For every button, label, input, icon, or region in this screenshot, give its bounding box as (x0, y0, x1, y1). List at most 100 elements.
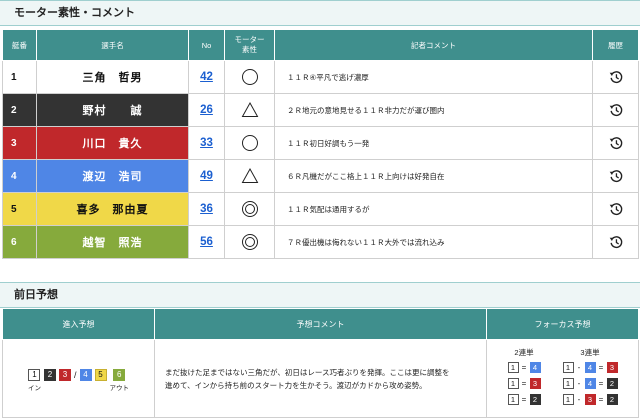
focus-boat-number: 2 (606, 394, 618, 405)
motor-no-cell: 36 (188, 192, 225, 226)
table-row: 1 三角 哲男 42 １１Ｒ④平凡で逃げ濃厚 (2, 60, 639, 94)
focus-boat-number: 1 (562, 378, 574, 389)
entry-boat-number: 1 (28, 369, 41, 381)
focus-boat-number: 3 (529, 378, 541, 389)
entry-boat-number: 4 (79, 369, 92, 381)
entry-boat-number: 3 (58, 369, 71, 381)
focus-two-column: 2連単 1 = 4 1 = 3 1 = 2 (507, 347, 541, 410)
entry-boat: 4 (79, 369, 92, 390)
history-icon[interactable] (592, 225, 639, 259)
focus-row: 1-4 = 2 (562, 378, 618, 389)
focus-separator: = (598, 379, 604, 388)
focus-three-label: 3連単 (580, 348, 600, 357)
motor-mark-triangle-icon (224, 159, 275, 193)
entry-boat-sub: イン (27, 385, 41, 392)
player-name: 渡辺 浩司 (36, 159, 189, 193)
motor-mark-triangle-icon (224, 93, 275, 127)
table-row: 3 川口 貴久 33 １１Ｒ初日好調もう一発 (2, 126, 639, 160)
boat-number: 2 (2, 93, 37, 127)
focus-two-label: 2連単 (514, 348, 534, 357)
motor-no-link[interactable]: 33 (200, 137, 213, 149)
motor-no-link[interactable]: 42 (200, 71, 213, 83)
entry-boxes: 1 イン 2 3/4 5 6 アウト (3, 367, 154, 392)
player-name: 喜多 那由夏 (36, 192, 189, 226)
header-focus: フォーカス予想 (486, 308, 639, 340)
focus-separator: - (577, 363, 581, 372)
header-history: 履歴 (592, 29, 639, 61)
player-name: 越智 照浩 (36, 225, 189, 259)
focus-row: 1-4 = 3 (562, 362, 618, 373)
prediction-table-header: 進入予想 予想コメント フォーカス予想 (2, 308, 639, 340)
focus-separator: = (521, 363, 527, 372)
motor-mark-double-circle-icon (224, 192, 275, 226)
motor-no-link[interactable]: 56 (200, 236, 213, 248)
entry-boat: 3 (58, 369, 71, 390)
motor-mark-double-circle-icon (224, 225, 275, 259)
prediction-table: 進入予想 予想コメント フォーカス予想 1 イン 2 3/4 5 6 アウト まだ抜けた足ま… (2, 308, 639, 418)
header-order: 艇番 (2, 29, 37, 61)
focus-separator: = (598, 395, 604, 404)
focus-boat-number: 3 (606, 362, 618, 373)
motor-mark-circle-icon (224, 126, 275, 160)
header-no: No (188, 29, 225, 61)
prediction-comment: まだ抜けた足まではない三角だが、初日はレース巧者ぶりを発揮。ここは更に調整を 進… (154, 339, 487, 418)
history-icon[interactable] (592, 60, 639, 94)
reporter-comment: ７Ｒ優出機は侮れない１１Ｒ大外では流れ込み (274, 225, 593, 259)
focus-boat-number: 1 (507, 378, 519, 389)
focus-separator: = (521, 395, 527, 404)
focus-separator: - (577, 379, 581, 388)
reporter-comment: １１Ｒ④平凡で逃げ濃厚 (274, 60, 593, 94)
history-icon[interactable] (592, 126, 639, 160)
motor-no-link[interactable]: 26 (200, 104, 213, 116)
focus-row: 1-3 = 2 (562, 394, 618, 405)
focus-separator: = (521, 379, 527, 388)
boat-number: 1 (2, 60, 37, 94)
motor-no-link[interactable]: 36 (200, 203, 213, 215)
entry-cell: 1 イン 2 3/4 5 6 アウト (2, 339, 155, 418)
motor-table-header: 艇番 選手名 No モーター 素性 記者コメント 履歴 (2, 29, 639, 61)
table-row: 2 野村 誠 26 ２Ｒ地元の意地見せる１１Ｒ非力だが運び圏内 (2, 93, 639, 127)
entry-boat-number: 6 (113, 369, 126, 381)
entry-separator: / (73, 370, 77, 380)
prediction-row: 1 イン 2 3/4 5 6 アウト まだ抜けた足まではない三角だが、初日はレース巧者ぶりを… (2, 339, 639, 418)
focus-boat-number: 4 (584, 362, 596, 373)
focus-separator: - (577, 395, 581, 404)
focus-row: 1 = 3 (507, 378, 541, 389)
reporter-comment: ６Ｒ凡機だがここ格上１１Ｒ上向けは好発自在 (274, 159, 593, 193)
boat-number: 4 (2, 159, 37, 193)
motor-no-cell: 26 (188, 93, 225, 127)
reporter-comment: １１Ｒ気配は通用するが (274, 192, 593, 226)
table-row: 5 喜多 那由夏 36 １１Ｒ気配は通用するが (2, 192, 639, 226)
entry-boat: 1 イン (27, 369, 41, 392)
boat-number: 5 (2, 192, 37, 226)
focus-boat-number: 1 (562, 362, 574, 373)
motor-no-link[interactable]: 49 (200, 170, 213, 182)
motor-mark-circle-icon (224, 60, 275, 94)
focus-boat-number: 2 (529, 394, 541, 405)
motor-no-cell: 42 (188, 60, 225, 94)
entry-boat-number: 2 (43, 369, 56, 381)
motor-table: 艇番 選手名 No モーター 素性 記者コメント 履歴 1 三角 哲男 42 １１Ｒ④… (2, 29, 639, 259)
boat-number: 3 (2, 126, 37, 160)
table-row: 4 渡辺 浩司 49 ６Ｒ凡機だがここ格上１１Ｒ上向けは好発自在 (2, 159, 639, 193)
entry-boat: 5 (94, 369, 107, 390)
focus-row: 1 = 2 (507, 394, 541, 405)
history-icon[interactable] (592, 192, 639, 226)
prediction-section-title: 前日予想 (0, 282, 640, 308)
boat-number: 6 (2, 225, 37, 259)
focus-boat-number: 4 (529, 362, 541, 373)
prediction-comment-line: まだ抜けた足まではない三角だが、初日はレース巧者ぶりを発揮。ここは更に調整を (165, 367, 450, 377)
motor-section-title: モーター素性・コメント (0, 0, 640, 26)
header-entry: 進入予想 (2, 308, 155, 340)
focus-row: 1 = 4 (507, 362, 541, 373)
motor-no-cell: 49 (188, 159, 225, 193)
history-icon[interactable] (592, 159, 639, 193)
history-icon[interactable] (592, 93, 639, 127)
table-row: 6 越智 照浩 56 ７Ｒ優出機は侮れない１１Ｒ大外では流れ込み (2, 225, 639, 259)
focus-boat-number: 2 (606, 378, 618, 389)
reporter-comment: １１Ｒ初日好調もう一発 (274, 126, 593, 160)
focus-boat-number: 4 (584, 378, 596, 389)
player-name: 野村 誠 (36, 93, 189, 127)
motor-no-cell: 33 (188, 126, 225, 160)
focus-boat-number: 1 (507, 394, 519, 405)
